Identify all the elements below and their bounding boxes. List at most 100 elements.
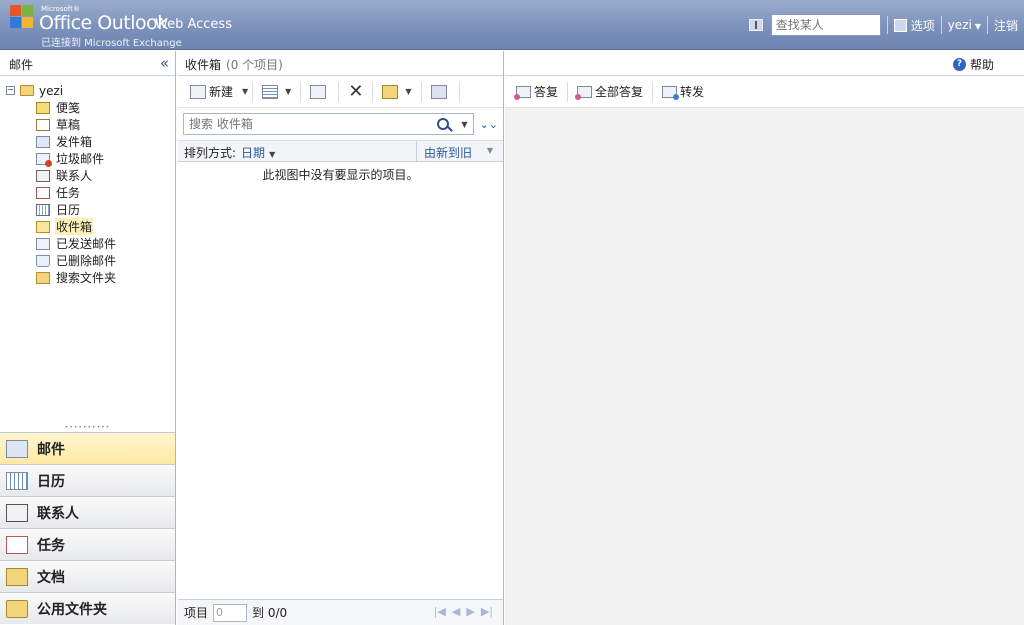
header-controls: 选项 yezi▼ 注销 (748, 13, 1024, 37)
sent-icon (36, 237, 50, 250)
nav-mail[interactable]: 邮件 (0, 432, 175, 464)
forward-button[interactable]: 转发 (657, 81, 709, 103)
pager: |◀ ◀ ▶ ▶| (428, 605, 493, 618)
calendar-icon (36, 203, 50, 216)
chevron-down-icon: ▼ (486, 146, 493, 155)
nav-label: 邮件 (37, 441, 65, 458)
sort-by-value: 日期 (241, 146, 266, 160)
message-list-pane: 收件箱(0 个项目) 新建 ▼ ▼ ✕ ▼ ▼ ⌄⌄ 排列方式:日期▼ 由新到旧… (178, 51, 504, 625)
search-scope-chevron-icon[interactable]: ▼ (461, 120, 467, 129)
list-toolbar: 新建 ▼ ▼ ✕ ▼ (178, 76, 503, 108)
reply-icon (514, 85, 531, 100)
collapse-pane-icon[interactable]: « (160, 54, 169, 72)
move-to-folder-icon (382, 84, 399, 99)
folder-deleted[interactable]: 已删除邮件 (0, 252, 175, 269)
sort-order-toggle[interactable]: 由新到旧 ▼ (417, 141, 503, 161)
last-page-icon[interactable]: ▶| (481, 605, 493, 618)
reading-pane: ? 帮助 答复 全部答复 转发 (505, 51, 1024, 625)
search-icon[interactable] (437, 118, 450, 130)
nav-label: 公用文件夹 (37, 601, 107, 618)
new-dropdown-chevron-icon[interactable]: ▼ (242, 87, 248, 96)
folder-calendar[interactable]: 日历 (0, 201, 175, 218)
expand-search-icon[interactable]: ⌄⌄ (480, 118, 498, 131)
nav-label: 联系人 (37, 505, 79, 522)
nav-calendar[interactable]: 日历 (0, 464, 175, 496)
first-page-icon[interactable]: |◀ (434, 605, 446, 618)
folder-search-folders[interactable]: 搜索文件夹 (0, 269, 175, 286)
sort-bar: 排列方式: 日期 ▼ 由新到旧 ▼ (178, 140, 503, 162)
header-separator (986, 16, 988, 34)
folder-contacts[interactable]: 联系人 (0, 167, 175, 184)
mailbox-root[interactable]: − yezi (0, 82, 175, 99)
reply-all-button[interactable]: 全部答复 (572, 81, 648, 103)
sort-order-value: 由新到旧 (424, 146, 473, 160)
print-button[interactable] (426, 81, 455, 103)
check-messages-button[interactable] (305, 81, 334, 103)
page-number-input[interactable] (213, 603, 248, 622)
module-navigation: 邮件 日历 联系人 任务 文档 公用文件夹 (0, 432, 175, 624)
options-link[interactable]: 选项 (911, 17, 935, 34)
brand-office-outlook: Office Outlook (39, 12, 168, 34)
toolbar-separator (300, 81, 302, 102)
help-label: 帮助 (969, 58, 994, 72)
search-input[interactable] (189, 117, 438, 131)
folder-sent[interactable]: 已发送邮件 (0, 235, 175, 252)
contacts-icon (36, 169, 50, 182)
tasks-icon (6, 535, 28, 554)
move-button[interactable]: ▼ (377, 81, 416, 103)
view-button[interactable]: ▼ (257, 81, 296, 103)
sort-by-dropdown[interactable]: 日期 ▼ (241, 146, 275, 160)
folder-tasks[interactable]: 任务 (0, 184, 175, 201)
delete-button[interactable]: ✕ (343, 81, 368, 103)
nav-documents[interactable]: 文档 (0, 560, 175, 592)
folder-notes[interactable]: 便笺 (0, 99, 175, 116)
find-someone-input[interactable] (770, 14, 881, 36)
nav-label: 日历 (37, 473, 65, 490)
next-page-icon[interactable]: ▶ (466, 605, 474, 618)
nav-tasks[interactable]: 任务 (0, 528, 175, 560)
folder-inbox[interactable]: 收件箱 (0, 218, 175, 235)
previous-page-icon[interactable]: ◀ (452, 605, 460, 618)
reading-pane-header: ? 帮助 (505, 51, 1024, 76)
logout-link[interactable]: 注销 (994, 17, 1018, 34)
inbox-icon (36, 220, 50, 233)
empty-list-message: 此视图中没有要显示的项目。 (262, 168, 419, 182)
collapse-tree-icon[interactable]: − (6, 86, 15, 95)
address-book-icon[interactable] (748, 19, 763, 31)
item-count: (0 个项目) (226, 58, 283, 72)
folder-label: 搜索文件夹 (56, 271, 117, 285)
new-label: 新建 (209, 85, 234, 99)
help-button[interactable]: ? 帮助 (952, 56, 994, 73)
folder-junk[interactable]: 垃圾邮件 (0, 150, 175, 167)
deleted-icon (36, 254, 50, 267)
folder-label: 联系人 (56, 169, 93, 183)
mailbox-root-label: yezi (39, 83, 64, 98)
folder-label: 收件箱 (55, 218, 94, 235)
new-message-icon (190, 84, 206, 99)
search-folder-icon (36, 271, 50, 284)
tasks-icon (36, 186, 50, 199)
nav-contacts[interactable]: 联系人 (0, 496, 175, 528)
print-icon (430, 84, 447, 99)
header-separator (940, 16, 942, 34)
help-icon: ? (952, 58, 966, 71)
toolbar-separator (652, 81, 654, 102)
view-icon (262, 84, 279, 99)
office-logo-icon (10, 5, 34, 29)
list-footer: 项目 到 0/0 |◀ ◀ ▶ ▶| (178, 599, 503, 625)
user-menu[interactable]: yezi ▼ (948, 18, 981, 32)
header-separator (886, 16, 888, 34)
reply-button[interactable]: 答复 (511, 81, 563, 103)
nav-public-folders[interactable]: 公用文件夹 (0, 592, 175, 624)
footer-items-label: 项目 (184, 606, 209, 620)
options-icon[interactable] (893, 18, 907, 32)
documents-icon (6, 567, 28, 586)
check-messages-icon (310, 84, 327, 99)
chevron-down-icon: ▼ (285, 87, 292, 96)
folder-drafts[interactable]: 草稿 (0, 116, 175, 133)
app-header: Microsoft® Office Outlook Web Access 已连接… (0, 0, 1024, 50)
new-button[interactable]: 新建 (185, 81, 238, 103)
folder-outbox[interactable]: 发件箱 (0, 133, 175, 150)
brand-web-access: Web Access (155, 17, 232, 32)
sort-label: 排列方式: (184, 146, 237, 160)
